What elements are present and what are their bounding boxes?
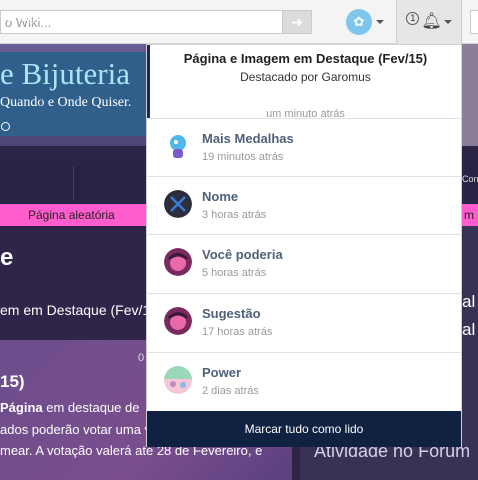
- top-bar: ➔ ✿ 1 🔔︎: [0, 0, 478, 44]
- notification-item[interactable]: Power 2 dias atrás: [147, 352, 461, 410]
- nav-item-episodios[interactable]: Episódios: [88, 9, 144, 24]
- notifications-button[interactable]: 1 🔔︎: [396, 0, 462, 44]
- notification-title: Mais Medalhas: [202, 131, 294, 146]
- nav-divider: [73, 166, 74, 200]
- notification-item[interactable]: Mais Medalhas 19 minutos atrás: [147, 118, 461, 176]
- notification-time: 17 horas atrás: [202, 326, 273, 338]
- chevron-down-icon: [376, 20, 384, 24]
- notification-item[interactable]: Sugestão 17 horas atrás: [147, 293, 461, 351]
- ring-icon: [1, 122, 10, 131]
- page-heading: e: [0, 244, 14, 271]
- secondary-input-edge: [470, 10, 478, 34]
- featured-notification[interactable]: Página e Imagem em Destaque (Fev/15) Des…: [147, 45, 461, 120]
- card-line-2: ados poderão votar uma v: [0, 422, 152, 437]
- user-menu[interactable]: ✿: [346, 8, 386, 36]
- notification-count-badge: 1: [406, 11, 420, 25]
- right-rail-heading-2: al: [462, 320, 476, 339]
- notification-title: Power: [202, 365, 242, 380]
- notification-title: Sugestão: [202, 306, 261, 321]
- notification-time: 19 minutos atrás: [202, 151, 284, 163]
- card-bold-text: Página: [0, 400, 43, 415]
- banner-image-edge: [462, 44, 478, 146]
- bell-icon: 🔔︎: [421, 13, 442, 30]
- nav-item-personagens[interactable]: sonagens: [0, 9, 56, 24]
- random-page-link[interactable]: Página aleatória: [28, 208, 115, 222]
- right-rail-heading: al: [462, 292, 476, 311]
- featured-notification-author: Destacado por Garomus: [240, 70, 371, 84]
- card-line-1-rest: em destaque de: [42, 400, 140, 415]
- comment-count: 0: [138, 352, 145, 364]
- wiki-subtitle: Quando e Onde Quiser.: [0, 95, 132, 110]
- search-button[interactable]: ➔: [282, 10, 312, 34]
- pink-avatar-icon: [164, 248, 192, 276]
- notification-title: Nome: [202, 189, 239, 204]
- notifications-dropdown: Página e Imagem em Destaque (Fev/15) Des…: [146, 44, 462, 447]
- notification-time: 2 dias atrás: [202, 385, 259, 397]
- nav-item-conteudo[interactable]: Conti: [462, 174, 478, 184]
- wiki-title[interactable]: e Bijuteria: [0, 56, 130, 92]
- subnav-link[interactable]: m: [464, 208, 474, 222]
- notification-title: Você poderia: [202, 247, 283, 262]
- notification-time: 5 horas atrás: [202, 267, 267, 279]
- mark-all-read-button[interactable]: Marcar tudo como lido: [147, 411, 461, 447]
- card-line-1: Página em destaque de: [0, 400, 139, 415]
- pastel-avatar-icon: [164, 366, 192, 394]
- arrow-right-icon: ➔: [291, 13, 303, 30]
- card-heading: 15): [0, 372, 25, 391]
- pink-avatar-icon: [164, 307, 192, 335]
- notification-item[interactable]: Você poderia 5 horas atrás: [147, 234, 461, 292]
- notification-time: 3 horas atrás: [202, 209, 267, 221]
- user-avatar: ✿: [346, 9, 372, 35]
- featured-notification-title: Página e Imagem em Destaque (Fev/15): [183, 51, 428, 66]
- medal-avatar-icon: [164, 132, 192, 160]
- x-avatar-icon: [164, 190, 192, 218]
- notification-item[interactable]: Nome 3 horas atrás: [147, 176, 461, 234]
- chevron-down-icon: [443, 20, 452, 24]
- fish-icon: ✿: [353, 14, 365, 29]
- featured-link[interactable]: em em Destaque (Fev/15): [0, 302, 163, 318]
